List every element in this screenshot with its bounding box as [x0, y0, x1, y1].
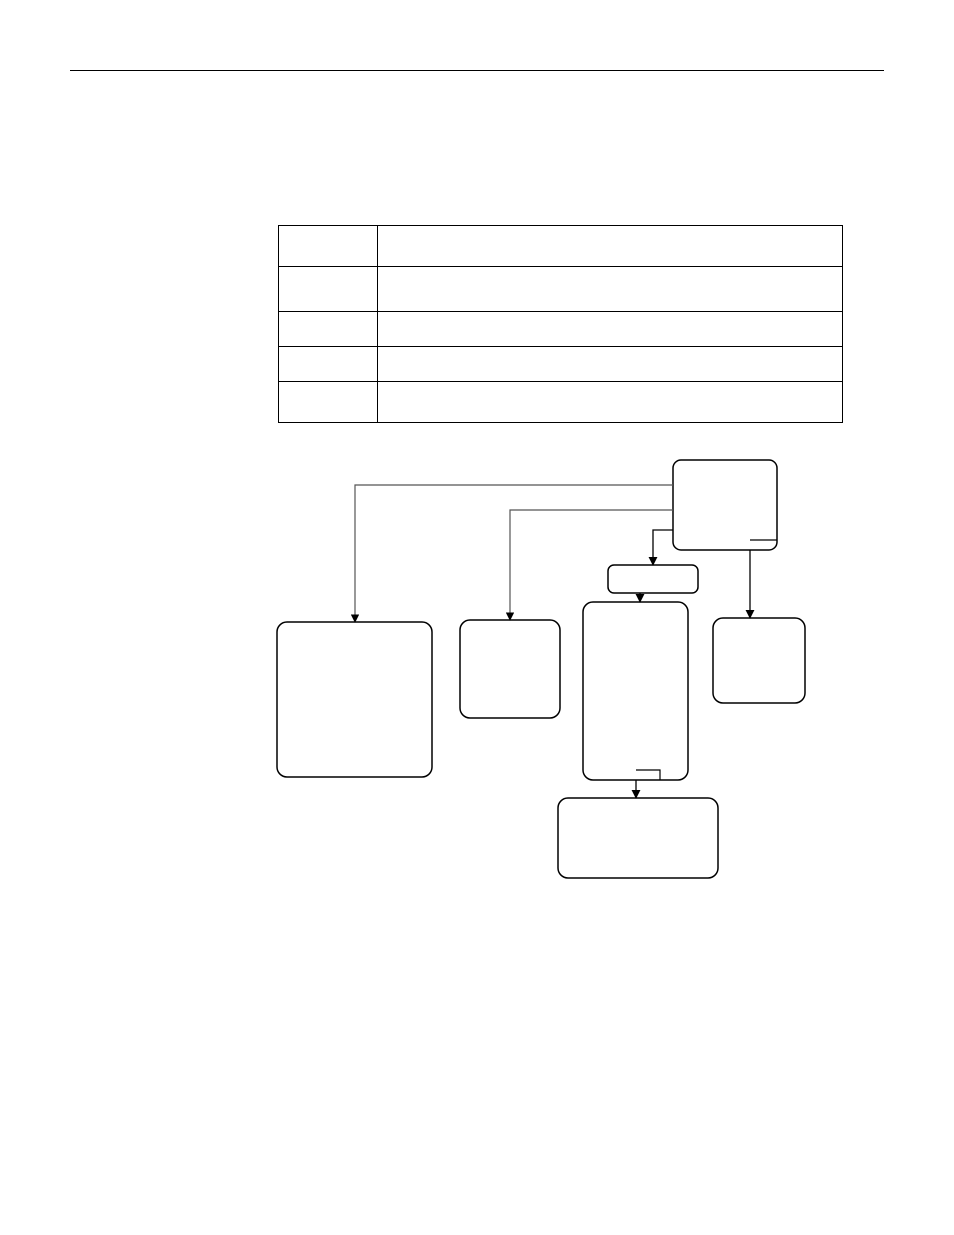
spec-table	[278, 225, 843, 423]
small-box	[608, 565, 698, 593]
table-row	[279, 347, 843, 382]
table-cell	[279, 226, 378, 267]
table-row	[279, 312, 843, 347]
header-rule	[70, 70, 884, 71]
table-cell	[279, 267, 378, 312]
connector-root-to-small	[653, 530, 673, 565]
table-row	[279, 267, 843, 312]
root-box	[673, 460, 777, 550]
child-box-4	[713, 618, 805, 703]
table-row	[279, 226, 843, 267]
child-box-1	[277, 622, 432, 777]
table-cell	[279, 312, 378, 347]
table-cell	[378, 347, 843, 382]
table-cell	[279, 347, 378, 382]
table-cell	[378, 382, 843, 423]
box3-exit-stub	[636, 770, 660, 780]
table-cell	[378, 226, 843, 267]
table-cell	[378, 312, 843, 347]
table-cell	[378, 267, 843, 312]
connector-root-to-2	[510, 510, 673, 620]
connector-root-to-1	[355, 485, 673, 622]
child-box-3	[583, 602, 688, 780]
bottom-box	[558, 798, 718, 878]
flowchart	[0, 0, 954, 1235]
child-box-2	[460, 620, 560, 718]
table-row	[279, 382, 843, 423]
table-cell	[279, 382, 378, 423]
